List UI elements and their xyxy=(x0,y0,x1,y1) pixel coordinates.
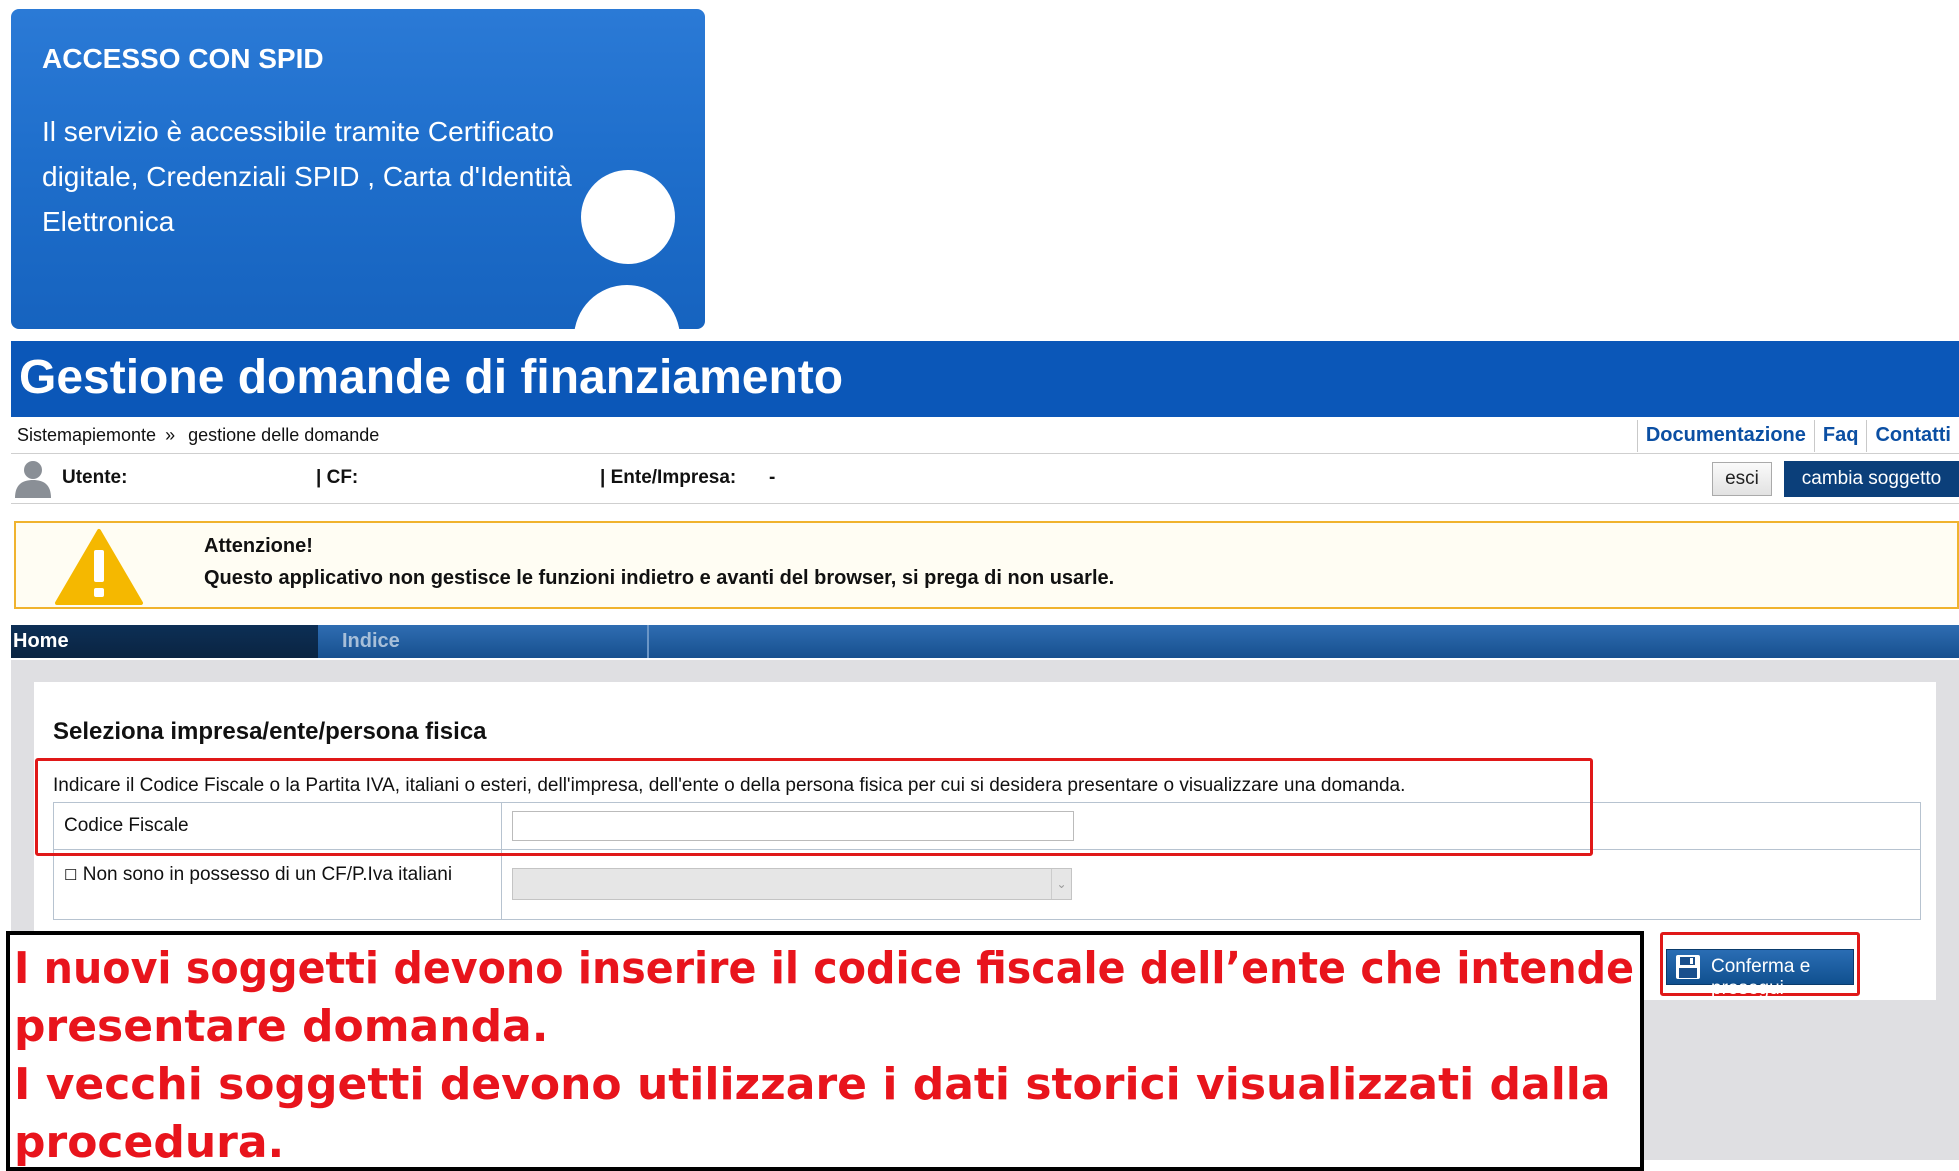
cambia-soggetto-button[interactable]: cambia soggetto xyxy=(1784,461,1959,497)
annotation-line-1: I nuovi soggetti devono inserire il codi… xyxy=(14,943,1635,994)
esci-button[interactable]: esci xyxy=(1712,462,1772,496)
user-silhouette-head-icon xyxy=(581,170,675,264)
main-nav: Home Indice xyxy=(11,625,1959,658)
chevron-down-icon: ⌄ xyxy=(1051,869,1071,899)
no-cf-row: ☐ Non sono in possesso di un CF/P.Iva it… xyxy=(54,850,1920,920)
top-links: Documentazione Faq Contatti xyxy=(1636,420,1959,452)
utente-label: Utente: xyxy=(62,467,128,488)
no-cf-option[interactable]: ☐ Non sono in possesso di un CF/P.Iva it… xyxy=(64,862,484,888)
no-cf-label: Non sono in possesso di un CF/P.Iva ital… xyxy=(82,864,453,885)
breadcrumb-bar: Sistemapiemonte » gestione delle domande… xyxy=(11,418,1959,454)
country-select[interactable]: ⌄ xyxy=(512,868,1072,900)
label-cell: ☐ Non sono in possesso di un CF/P.Iva it… xyxy=(54,850,502,920)
user-info-bar: Utente: | CF: | Ente/Impresa: - esci cam… xyxy=(11,454,1959,504)
link-documentazione[interactable]: Documentazione xyxy=(1636,420,1814,452)
checkbox-icon[interactable]: ☐ xyxy=(64,867,77,884)
tab-indice[interactable]: Indice xyxy=(320,625,649,658)
warning-box: Attenzione! Questo applicativo non gesti… xyxy=(14,521,1959,609)
ente-label: | Ente/Impresa: xyxy=(600,467,737,488)
link-faq[interactable]: Faq xyxy=(1813,420,1867,452)
tab-home[interactable]: Home xyxy=(11,625,318,658)
breadcrumb-current: gestione delle domande xyxy=(188,425,380,445)
spid-access-card[interactable]: ACCESSO CON SPID Il servizio è accessibi… xyxy=(11,9,705,329)
spid-description: Il servizio è accessibile tramite Certif… xyxy=(42,116,572,237)
spid-title: ACCESSO CON SPID xyxy=(42,43,324,74)
conferma-label: Conferma e prosegui xyxy=(1711,956,1811,999)
annotation-line-2: presentare domanda. xyxy=(14,1001,549,1052)
breadcrumb: Sistemapiemonte » gestione delle domande xyxy=(17,425,379,446)
user-silhouette-body-icon xyxy=(574,285,680,329)
section-title: Seleziona impresa/ente/persona fisica xyxy=(53,718,487,745)
annotation-line-4: procedura. xyxy=(14,1117,285,1168)
ente-value: - xyxy=(769,467,776,488)
app-header: Gestione domande di finanziamento xyxy=(11,341,1959,417)
page-title: Gestione domande di finanziamento xyxy=(19,351,844,404)
user-avatar-icon xyxy=(15,461,51,498)
warning-title: Attenzione! xyxy=(204,535,313,557)
breadcrumb-root[interactable]: Sistemapiemonte xyxy=(17,425,156,445)
annotation-line-3: I vecchi soggetti devono utilizzare i da… xyxy=(14,1059,1611,1110)
annotation-box: I nuovi soggetti devono inserire il codi… xyxy=(6,931,1644,1171)
breadcrumb-separator: » xyxy=(165,425,176,445)
conferma-prosegui-button[interactable]: Conferma e prosegui xyxy=(1666,949,1854,999)
highlight-box-codice-fiscale xyxy=(35,758,1593,856)
link-contatti[interactable]: Contatti xyxy=(1866,420,1959,452)
cf-label: | CF: xyxy=(316,467,359,488)
warning-text: Questo applicativo non gestisce le funzi… xyxy=(204,567,1115,589)
warning-icon xyxy=(55,529,143,605)
save-icon xyxy=(1676,955,1700,979)
